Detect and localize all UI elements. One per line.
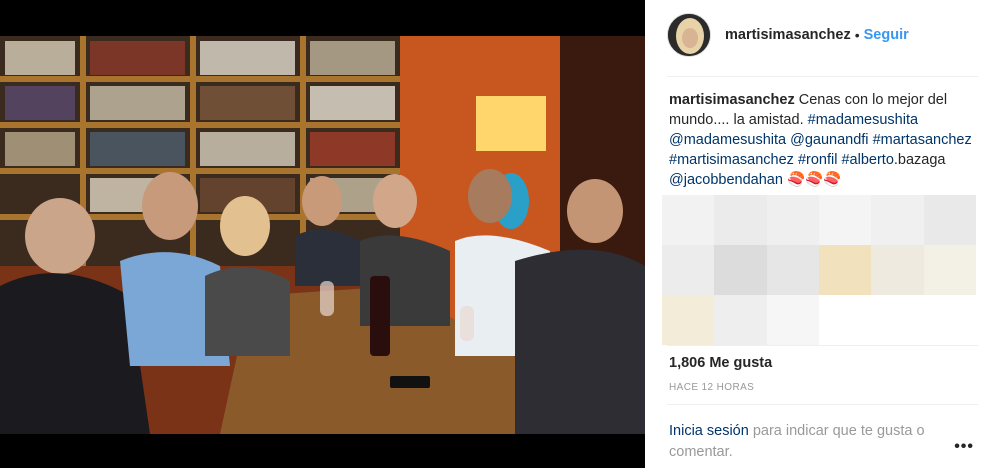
pixel-block [818,195,872,245]
pixel-block [818,245,872,295]
pixel-block [871,245,924,295]
pixel-block [871,195,924,245]
pixel-block [923,195,976,245]
avatar-image [668,14,710,56]
login-prompt: Inicia sesión para indicar que te gusta … [669,421,959,463]
more-options-icon[interactable]: ••• [954,438,974,456]
mention-link[interactable]: @madamesushita [669,132,786,148]
hashtag-link[interactable]: #martasanchez [873,132,972,148]
pixel-block [766,295,819,345]
pixelated-comments-area [662,195,976,345]
pixel-block [871,295,924,345]
mention-link[interactable]: @gaunandfi [790,132,868,148]
login-link[interactable]: Inicia sesión [669,423,749,439]
separator-dot: • [854,27,860,43]
post-caption: martisimasanchez Cenas con lo mejor del … [669,90,979,190]
header-divider [667,76,978,77]
likes-count[interactable]: 1,806 Me gusta [669,355,772,371]
post-photo[interactable] [0,36,645,434]
post-side-panel: martisimasanchez • Seguir martisimasanch… [645,0,1000,468]
pixel-block [766,195,819,245]
pixel-block [818,295,872,345]
post-timestamp[interactable]: HACE 12 HORAS [669,382,754,393]
pixel-block [766,245,819,295]
hashtag-link[interactable]: #ronfil [798,152,838,168]
post-media[interactable] [0,0,645,468]
pixel-block [714,245,767,295]
pixel-block [662,295,715,345]
follow-button[interactable]: Seguir [864,27,909,43]
sushi-emoji: 🍣🍣🍣 [786,172,842,188]
avatar[interactable] [667,13,711,57]
hashtag-link[interactable]: #alberto [841,152,893,168]
caption-tag-suffix: .bazaga [893,152,946,168]
mention-link[interactable]: @jacobbendahan [669,172,783,188]
hashtag-link[interactable]: #martisimasanchez [669,152,794,168]
stats-divider [667,345,978,346]
post-header: martisimasanchez • Seguir [667,10,978,60]
footer-divider [667,404,978,405]
username-link[interactable]: martisimasanchez [725,27,851,43]
hashtag-link[interactable]: #madamesushita [808,112,918,128]
pixel-block [923,295,976,345]
pixel-block [714,195,767,245]
caption-username[interactable]: martisimasanchez [669,92,795,108]
pixel-block [714,295,767,345]
pixel-block [923,245,976,295]
pixel-block [662,195,715,245]
pixel-block [662,245,715,295]
